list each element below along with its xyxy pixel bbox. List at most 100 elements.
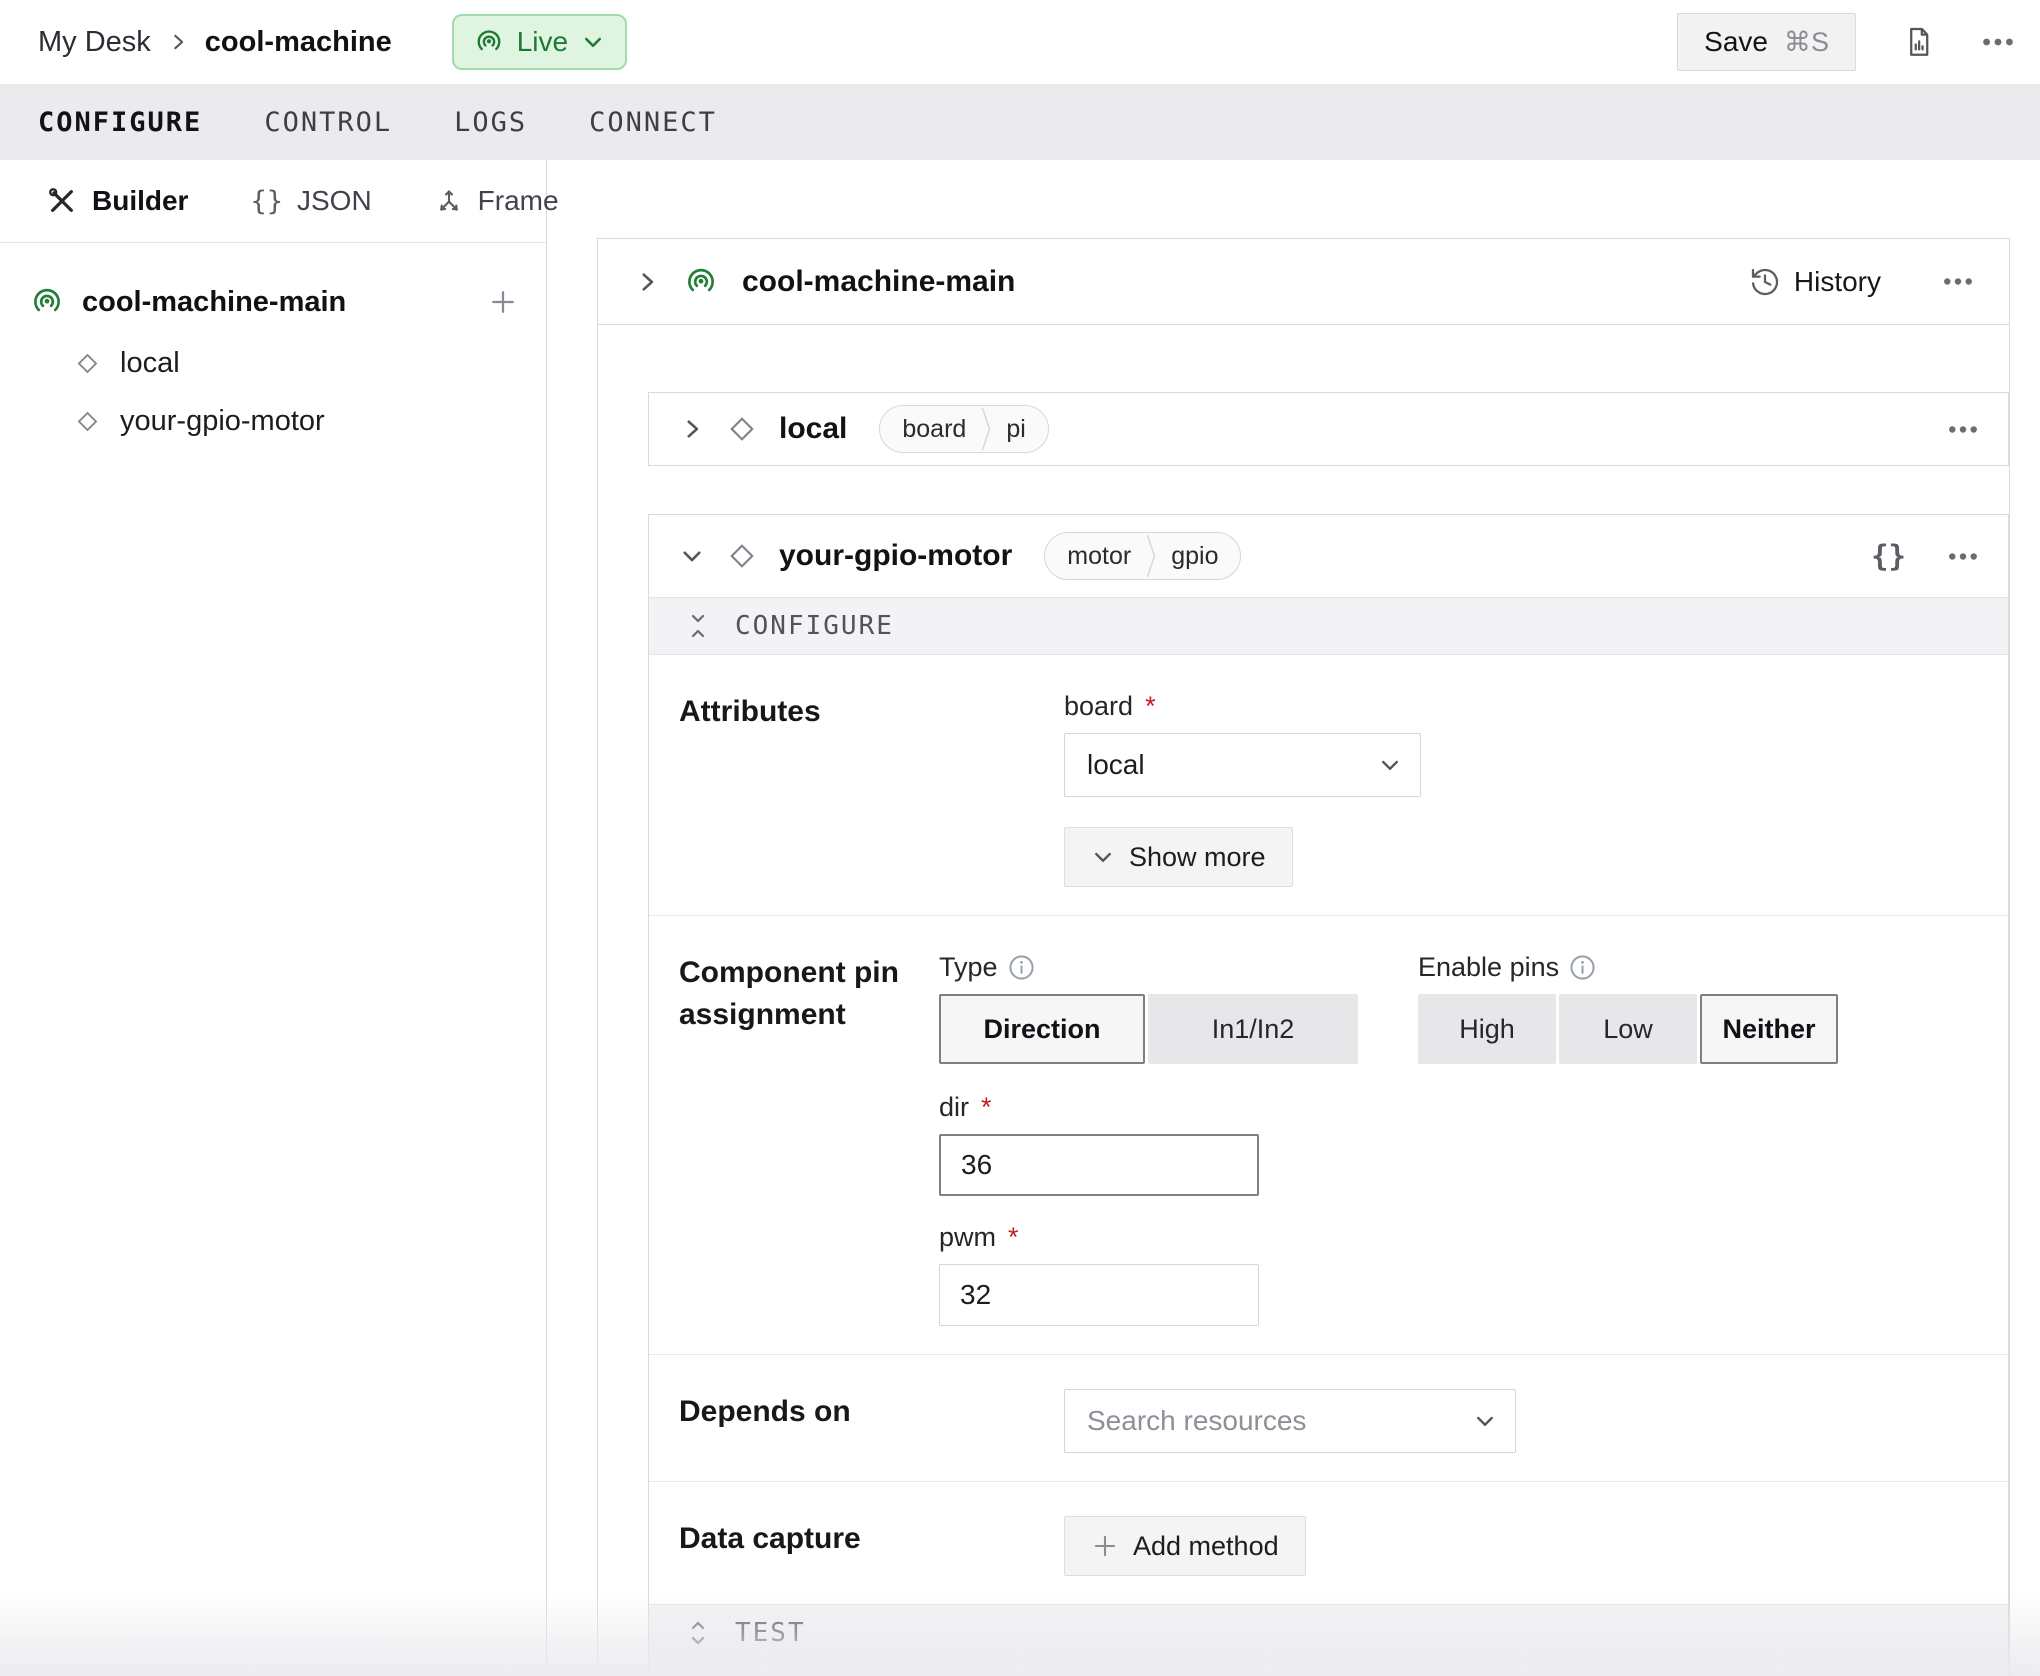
badge-divider-chevron bbox=[981, 407, 991, 451]
tree-item-label: local bbox=[120, 347, 180, 380]
tab-configure[interactable]: CONFIGURE bbox=[38, 107, 202, 138]
enable-option-low[interactable]: Low bbox=[1559, 994, 1697, 1064]
info-icon[interactable] bbox=[1569, 954, 1596, 981]
badge-divider-chevron bbox=[1146, 534, 1156, 578]
component-diamond-icon bbox=[75, 409, 100, 434]
type-toggle-group: Type Direction In1/In2 bbox=[939, 950, 1358, 1064]
depends-on-section: Depends on Search resources bbox=[649, 1354, 2008, 1481]
component-diamond-icon bbox=[75, 351, 100, 376]
tree-machine-label: cool-machine-main bbox=[82, 286, 470, 319]
history-label: History bbox=[1794, 266, 1881, 298]
history-icon bbox=[1749, 266, 1781, 298]
info-icon[interactable] bbox=[1008, 954, 1035, 981]
collapse-icon bbox=[685, 611, 711, 641]
motor-menu-button[interactable] bbox=[1948, 552, 1978, 561]
page-body: Builder {} JSON Frame bbox=[0, 160, 2040, 1676]
machine-broadcast-icon bbox=[684, 265, 718, 299]
braces-icon: {} bbox=[1871, 539, 1906, 573]
chevron-right-icon[interactable] bbox=[679, 416, 705, 442]
required-asterisk: * bbox=[1145, 691, 1156, 722]
pwm-field-label: pwm * bbox=[939, 1220, 1974, 1254]
top-actions: Save ⌘S bbox=[1677, 13, 2014, 71]
breadcrumb: My Desk cool-machine Live bbox=[38, 14, 627, 70]
machine-menu-button[interactable] bbox=[1982, 37, 2014, 47]
board-field-label: board * bbox=[1064, 689, 1974, 723]
local-card-header: local board pi bbox=[649, 393, 2008, 465]
board-select-value: local bbox=[1087, 749, 1145, 781]
breadcrumb-chevron-icon bbox=[167, 31, 189, 53]
motor-json-toggle[interactable]: {} bbox=[1871, 539, 1906, 573]
save-button[interactable]: Save ⌘S bbox=[1677, 13, 1856, 71]
tab-control[interactable]: CONTROL bbox=[264, 107, 392, 138]
frame-axes-icon bbox=[434, 186, 464, 216]
breadcrumb-location[interactable]: My Desk bbox=[38, 26, 151, 59]
pwm-input[interactable] bbox=[939, 1264, 1259, 1326]
configure-section-bar[interactable]: CONFIGURE bbox=[649, 597, 2008, 655]
file-chart-icon bbox=[1902, 25, 1936, 59]
machine-broadcast-icon bbox=[474, 27, 504, 57]
chevron-down-icon bbox=[581, 30, 605, 54]
tab-connect[interactable]: CONNECT bbox=[589, 107, 717, 138]
show-more-button[interactable]: Show more bbox=[1064, 827, 1293, 887]
resource-tree: cool-machine-main local your-gpio-motor bbox=[0, 243, 546, 449]
card-tail bbox=[649, 1662, 2008, 1676]
required-asterisk: * bbox=[1008, 1222, 1019, 1253]
tab-logs[interactable]: LOGS bbox=[454, 107, 527, 138]
add-resource-button[interactable] bbox=[488, 287, 518, 317]
viam-machine-page: My Desk cool-machine Live Save ⌘S bbox=[0, 0, 2040, 1676]
machine-part-title: cool-machine-main bbox=[742, 265, 1015, 299]
machine-part-card: cool-machine-main History bbox=[597, 238, 2010, 1676]
board-select[interactable]: local bbox=[1064, 733, 1421, 797]
machine-metrics-button[interactable] bbox=[1902, 25, 1936, 59]
view-mode-tabs: Builder {} JSON Frame bbox=[0, 160, 546, 243]
ellipsis-icon bbox=[1943, 277, 1973, 286]
plus-icon bbox=[1091, 1532, 1119, 1560]
enable-pins-segmented-control: High Low Neither bbox=[1418, 994, 1838, 1064]
top-bar: My Desk cool-machine Live Save ⌘S bbox=[0, 0, 2040, 84]
add-method-button[interactable]: Add method bbox=[1064, 1516, 1306, 1576]
tree-item-local[interactable]: local bbox=[30, 335, 518, 391]
save-label: Save bbox=[1704, 26, 1768, 58]
ellipsis-icon bbox=[1948, 552, 1978, 561]
type-label: Type bbox=[939, 950, 1358, 984]
chevron-down-icon[interactable] bbox=[679, 543, 705, 569]
local-card-title: local bbox=[779, 412, 847, 446]
type-option-direction[interactable]: Direction bbox=[939, 994, 1145, 1064]
viewtab-builder[interactable]: Builder bbox=[46, 185, 188, 217]
component-diamond-icon bbox=[727, 541, 757, 571]
enable-option-neither[interactable]: Neither bbox=[1700, 994, 1838, 1064]
viewtab-frame[interactable]: Frame bbox=[434, 185, 559, 217]
viewtab-json[interactable]: {} JSON bbox=[250, 185, 371, 217]
history-button[interactable]: History bbox=[1749, 266, 1881, 298]
braces-icon: {} bbox=[250, 186, 283, 217]
depends-on-placeholder: Search resources bbox=[1087, 1405, 1306, 1437]
required-asterisk: * bbox=[981, 1092, 992, 1123]
tree-item-your-gpio-motor[interactable]: your-gpio-motor bbox=[30, 393, 518, 449]
chevron-down-icon bbox=[1091, 845, 1115, 869]
dir-input[interactable] bbox=[939, 1134, 1259, 1196]
local-menu-button[interactable] bbox=[1948, 425, 1978, 434]
configure-section-label: CONFIGURE bbox=[735, 611, 894, 641]
save-shortcut: ⌘S bbox=[1784, 27, 1829, 58]
show-more-label: Show more bbox=[1129, 842, 1266, 873]
tree-machine-row[interactable]: cool-machine-main bbox=[30, 271, 518, 333]
enable-option-high[interactable]: High bbox=[1418, 994, 1556, 1064]
type-option-in1in2[interactable]: In1/In2 bbox=[1148, 994, 1358, 1064]
chevron-right-icon[interactable] bbox=[634, 269, 660, 295]
configure-sidebar: Builder {} JSON Frame bbox=[0, 160, 547, 1676]
local-board-card: local board pi bbox=[648, 392, 2009, 466]
test-section-bar[interactable]: TEST bbox=[649, 1604, 2008, 1662]
viewtab-json-label: JSON bbox=[297, 185, 372, 217]
depends-on-select[interactable]: Search resources bbox=[1064, 1389, 1516, 1453]
pin-assignment-section: Component pin assignment Type bbox=[649, 915, 2008, 1354]
live-status-dropdown[interactable]: Live bbox=[452, 14, 627, 70]
dir-field-label: dir * bbox=[939, 1090, 1974, 1124]
data-capture-heading: Data capture bbox=[679, 1516, 1064, 1576]
attributes-heading: Attributes bbox=[679, 689, 1064, 887]
main-tab-bar: CONFIGURE CONTROL LOGS CONNECT bbox=[0, 84, 2040, 160]
part-menu-button[interactable] bbox=[1943, 277, 1973, 286]
gpio-motor-card: your-gpio-motor motor gpio {} bbox=[648, 514, 2009, 1676]
expand-icon bbox=[685, 1618, 711, 1648]
badge-type: board bbox=[902, 415, 966, 444]
add-method-label: Add method bbox=[1133, 1531, 1279, 1562]
